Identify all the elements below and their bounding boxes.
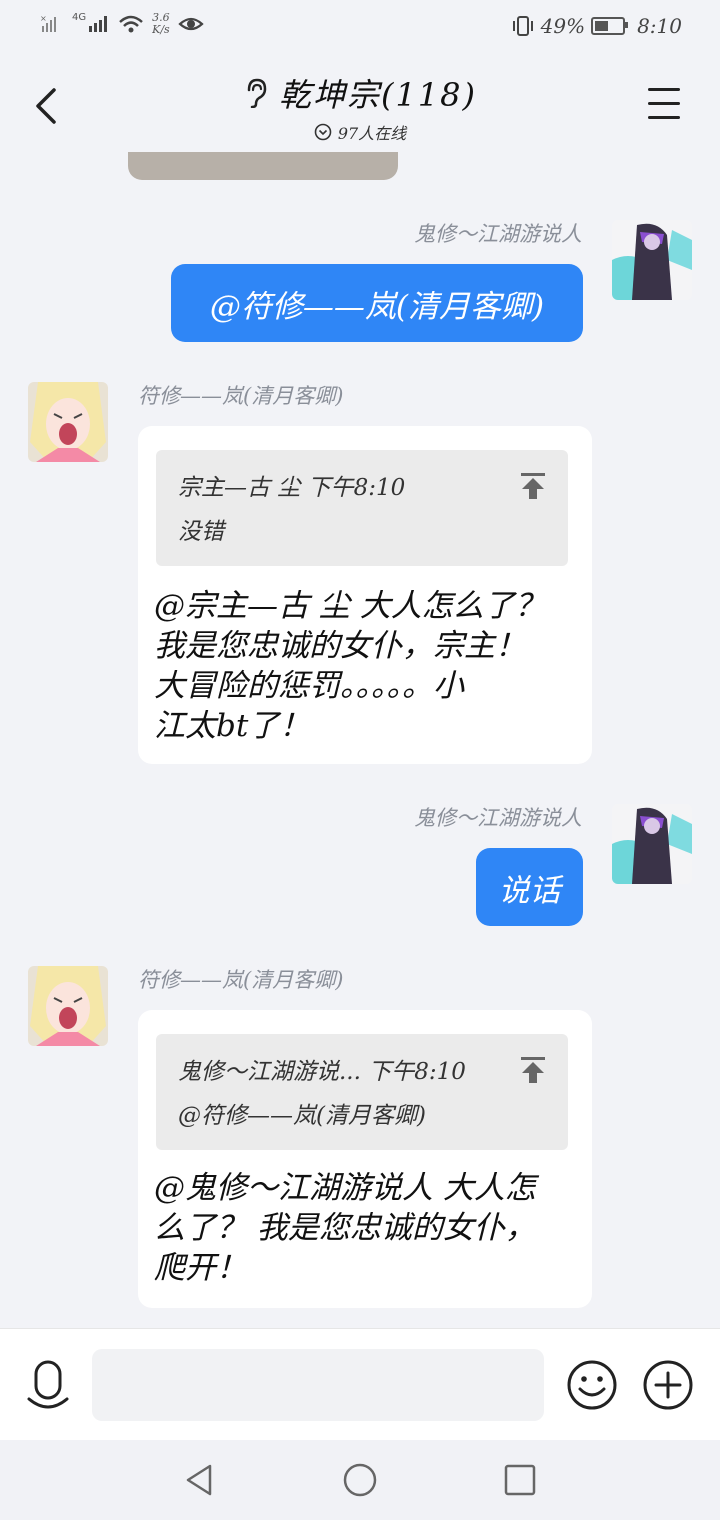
battery-percent: 49% [540, 14, 586, 38]
battery-icon [591, 17, 629, 35]
avatar-image [28, 966, 108, 1046]
message-bubble[interactable]: @符修——岚(清月客卿) [171, 264, 583, 342]
quoted-message[interactable]: 宗主—古 尘 下午8:10 没错 [156, 450, 568, 566]
nav-back-icon[interactable] [180, 1460, 220, 1500]
online-count-text: 97人在线 [337, 124, 407, 143]
svg-text:×: × [40, 14, 47, 23]
image-message-partial[interactable] [128, 152, 398, 180]
quote-time: 下午8:10 [307, 475, 406, 501]
message-line: 大冒险的惩罚。。。。。小 [154, 668, 464, 704]
message-line: 爬开！ [154, 1250, 247, 1286]
avatar-image [612, 804, 692, 884]
hamburger-line [648, 116, 680, 119]
voice-button[interactable] [26, 1359, 70, 1413]
avatar-image [28, 382, 108, 462]
signal-icon-2 [89, 16, 108, 32]
nav-recents-icon[interactable] [500, 1460, 540, 1500]
message-line: 我是您忠诚的女仆，宗主！ [154, 628, 526, 664]
message-line: 江太bt了！ [154, 708, 311, 744]
chat-header: 乾坤宗(118) 97人在线 [0, 56, 720, 152]
group-title: 乾坤宗(118) [243, 70, 477, 116]
clock: 8:10 [637, 14, 682, 38]
hamburger-line [648, 102, 680, 105]
eye-icon [178, 17, 204, 31]
message-input[interactable] [92, 1349, 544, 1421]
more-button[interactable] [642, 1359, 694, 1411]
quote-text: @符修——岚(清月客卿) [178, 1103, 426, 1129]
avatar-image [612, 220, 692, 300]
quote-text: 没错 [178, 519, 224, 545]
chevron-down-circle-icon [314, 123, 332, 141]
status-left: × 4G 3.6 K/s [40, 12, 204, 36]
smiley-icon [567, 1360, 617, 1410]
status-right: 49% 8:10 [511, 14, 682, 38]
hamburger-icon [648, 88, 680, 91]
sender-name: 符修——岚(清月客卿) [138, 384, 344, 408]
signal-icon: × [40, 14, 56, 32]
jump-to-top-icon[interactable] [520, 1056, 546, 1084]
wifi-icon [119, 15, 143, 33]
quote-header: 鬼修～江湖游说... 下午8:10 [178, 1052, 466, 1086]
message-line: @宗主—古 尘 大人怎么了？ [154, 588, 546, 624]
online-count: 97人在线 [314, 120, 406, 144]
group-name: 乾坤宗(118) [278, 76, 478, 114]
quote-author: 宗主—古 尘 [178, 475, 301, 501]
microphone-icon [27, 1360, 69, 1409]
system-nav-bar [0, 1440, 720, 1520]
quote-author: 鬼修～江湖游说... [178, 1059, 361, 1085]
network-type: 4G [72, 12, 87, 23]
message-line: @鬼修～江湖游说人 大人怎 [154, 1170, 536, 1206]
status-bar: × 4G 3.6 K/s 49% 8:10 [0, 0, 720, 56]
nav-home-icon[interactable] [340, 1460, 380, 1500]
message-bubble[interactable]: 宗主—古 尘 下午8:10 没错 @宗主—古 尘 大人怎么了？ 我是您忠诚的女仆… [138, 426, 592, 764]
input-bar [0, 1328, 720, 1441]
message-list[interactable]: 鬼修～江湖游说人 @符修——岚(清月客卿) 符修——岚(清月客卿) 宗主—古 尘… [0, 152, 720, 1328]
sender-name: 鬼修～江湖游说人 [414, 222, 582, 246]
menu-button[interactable] [648, 88, 682, 120]
sender-name: 鬼修～江湖游说人 [414, 806, 582, 830]
battery-fill [595, 21, 609, 31]
sender-name: 符修——岚(清月客卿) [138, 968, 344, 992]
vibrate-icon [512, 16, 533, 36]
avatar[interactable] [612, 804, 692, 884]
avatar[interactable] [28, 966, 108, 1046]
net-speed: 3.6 K/s [152, 12, 170, 36]
avatar[interactable] [28, 382, 108, 462]
message-text: @鬼修～江湖游说人 大人怎 么了？ 我是您忠诚的女仆， 爬开！ [154, 1168, 576, 1288]
quoted-message[interactable]: 鬼修～江湖游说... 下午8:10 @符修——岚(清月客卿) [156, 1034, 568, 1150]
net-speed-unit: K/s [152, 23, 170, 36]
quote-header: 宗主—古 尘 下午8:10 [178, 468, 405, 502]
message-bubble[interactable]: 鬼修～江湖游说... 下午8:10 @符修——岚(清月客卿) @鬼修～江湖游说人… [138, 1010, 592, 1308]
message-line: 么了？ 我是您忠诚的女仆， [154, 1210, 536, 1246]
message-bubble[interactable]: 说话 [476, 848, 583, 926]
plus-circle-icon [643, 1360, 693, 1410]
avatar[interactable] [612, 220, 692, 300]
ear-icon [247, 78, 267, 108]
title-area[interactable]: 乾坤宗(118) 97人在线 [0, 70, 720, 145]
emoji-button[interactable] [566, 1359, 618, 1411]
message-text: @宗主—古 尘 大人怎么了？ 我是您忠诚的女仆，宗主！ 大冒险的惩罚。。。。。小… [154, 586, 576, 746]
quote-time: 下午8:10 [368, 1059, 466, 1085]
jump-to-top-icon[interactable] [520, 472, 546, 500]
